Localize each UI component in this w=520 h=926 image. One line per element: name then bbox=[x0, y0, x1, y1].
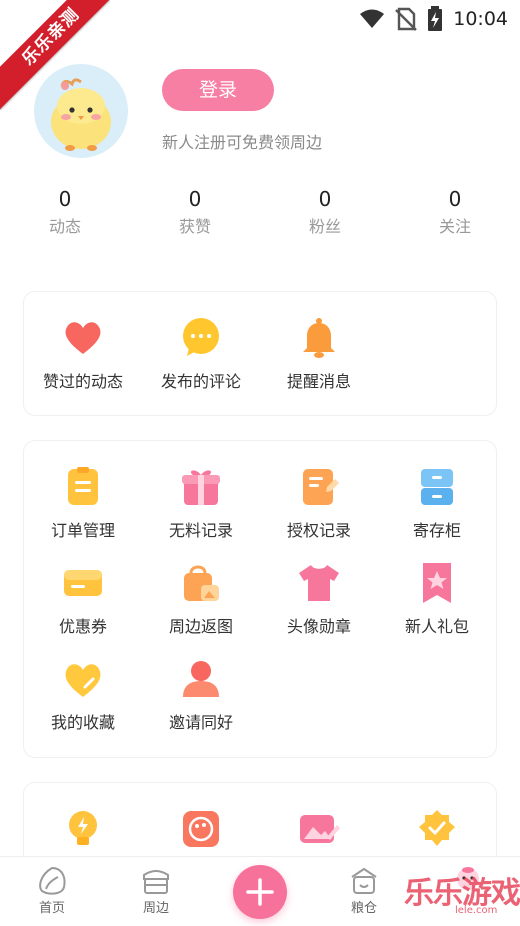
avatar[interactable] bbox=[34, 64, 128, 158]
stat-value: 0 bbox=[188, 187, 202, 211]
item-label: 提醒消息 bbox=[286, 372, 351, 391]
wifi-icon bbox=[360, 9, 385, 28]
cabinet-icon bbox=[421, 469, 453, 505]
post-button[interactable] bbox=[233, 865, 287, 919]
chick-avatar-icon bbox=[51, 78, 111, 151]
login-hint: 新人注册可免费领周边 bbox=[162, 133, 323, 152]
shop-icon bbox=[143, 870, 169, 894]
status-time: 10:04 bbox=[453, 8, 508, 30]
item-label: 无料记录 bbox=[168, 521, 233, 540]
verified-item[interactable] bbox=[378, 807, 496, 851]
stat-value: 0 bbox=[318, 187, 332, 211]
order-management-item[interactable]: 订单管理 bbox=[24, 465, 142, 541]
palette-item[interactable] bbox=[142, 807, 260, 851]
tab-merch[interactable]: 周边 bbox=[121, 865, 191, 917]
shirt-icon bbox=[299, 565, 339, 601]
battery-charging-icon bbox=[428, 6, 443, 31]
document-edit-icon bbox=[303, 469, 339, 505]
tab-home[interactable]: 首页 bbox=[17, 865, 87, 917]
my-favorites-item[interactable]: 我的收藏 bbox=[24, 657, 142, 733]
item-label: 我的收藏 bbox=[50, 713, 115, 732]
avatar-badge-item[interactable]: 头像勋章 bbox=[260, 561, 378, 637]
no-sim-icon bbox=[395, 7, 418, 31]
stat-label: 动态 bbox=[48, 217, 81, 236]
authorization-record-item[interactable]: 授权记录 bbox=[260, 465, 378, 541]
stat-label: 获赞 bbox=[178, 217, 211, 236]
item-label: 新人礼包 bbox=[404, 617, 469, 636]
item-label: 周边返图 bbox=[168, 617, 233, 636]
item-label: 优惠券 bbox=[58, 617, 107, 636]
granary-icon bbox=[351, 867, 377, 894]
tab-label: 首页 bbox=[38, 901, 65, 916]
item-label: 授权记录 bbox=[286, 521, 351, 540]
home-icon bbox=[39, 866, 66, 895]
ideas-item[interactable] bbox=[24, 807, 142, 851]
storage-locker-item[interactable]: 寄存柜 bbox=[378, 465, 496, 541]
item-label: 赞过的动态 bbox=[42, 372, 123, 391]
order-icon bbox=[68, 467, 98, 505]
heart-icon bbox=[65, 322, 101, 354]
comment-icon bbox=[183, 318, 219, 356]
image-edit-item[interactable] bbox=[260, 807, 378, 851]
notifications-item[interactable]: 提醒消息 bbox=[260, 316, 378, 392]
item-label: 头像勋章 bbox=[286, 617, 351, 636]
stat-label: 粉丝 bbox=[308, 217, 341, 236]
bag-photo-icon bbox=[184, 565, 219, 601]
item-label: 订单管理 bbox=[50, 521, 115, 540]
tab-label: 粮仓 bbox=[350, 901, 377, 916]
comments-item[interactable]: 发布的评论 bbox=[142, 316, 260, 392]
user-icon bbox=[183, 661, 219, 697]
item-label: 邀请同好 bbox=[168, 713, 233, 732]
verified-badge-icon bbox=[419, 810, 455, 846]
stat-following[interactable]: 0 关注 bbox=[415, 186, 495, 240]
services-card: 订单管理 无料记录 授权记录 寄存柜 优惠券 周边返图 头像勋章 新人礼包 我的… bbox=[23, 440, 497, 758]
coupon-item[interactable]: 优惠券 bbox=[24, 561, 142, 637]
palette-icon bbox=[183, 811, 219, 847]
gift-box-icon bbox=[182, 470, 220, 505]
status-icons: 10:04 bbox=[359, 6, 508, 32]
tab-label: 周边 bbox=[142, 901, 169, 916]
stat-fans[interactable]: 0 粉丝 bbox=[285, 186, 365, 240]
plus-icon bbox=[246, 878, 274, 906]
coupon-icon bbox=[64, 570, 102, 596]
image-edit-icon bbox=[300, 815, 340, 843]
invite-friends-item[interactable]: 邀请同好 bbox=[142, 657, 260, 733]
stat-label: 关注 bbox=[438, 217, 471, 236]
stat-likes[interactable]: 0 获赞 bbox=[155, 186, 235, 240]
watermark-sub: lele.com bbox=[455, 905, 498, 916]
stat-value: 0 bbox=[448, 187, 462, 211]
merch-photos-item[interactable]: 周边返图 bbox=[142, 561, 260, 637]
heart-favorite-icon bbox=[65, 664, 101, 697]
stat-value: 0 bbox=[58, 187, 72, 211]
bookmark-star-icon bbox=[423, 563, 451, 603]
lightbulb-icon bbox=[69, 811, 97, 845]
tab-granary[interactable]: 粮仓 bbox=[329, 865, 399, 917]
free-item-record-item[interactable]: 无料记录 bbox=[142, 465, 260, 541]
item-label: 寄存柜 bbox=[412, 521, 461, 540]
login-button[interactable]: 登录 bbox=[162, 69, 274, 111]
item-label: 发布的评论 bbox=[160, 372, 241, 391]
stat-posts[interactable]: 0 动态 bbox=[25, 186, 105, 240]
bell-icon bbox=[303, 318, 335, 358]
liked-posts-item[interactable]: 赞过的动态 bbox=[24, 316, 142, 392]
activity-card: 赞过的动态 发布的评论 提醒消息 bbox=[23, 291, 497, 416]
newbie-gift-item[interactable]: 新人礼包 bbox=[378, 561, 496, 637]
